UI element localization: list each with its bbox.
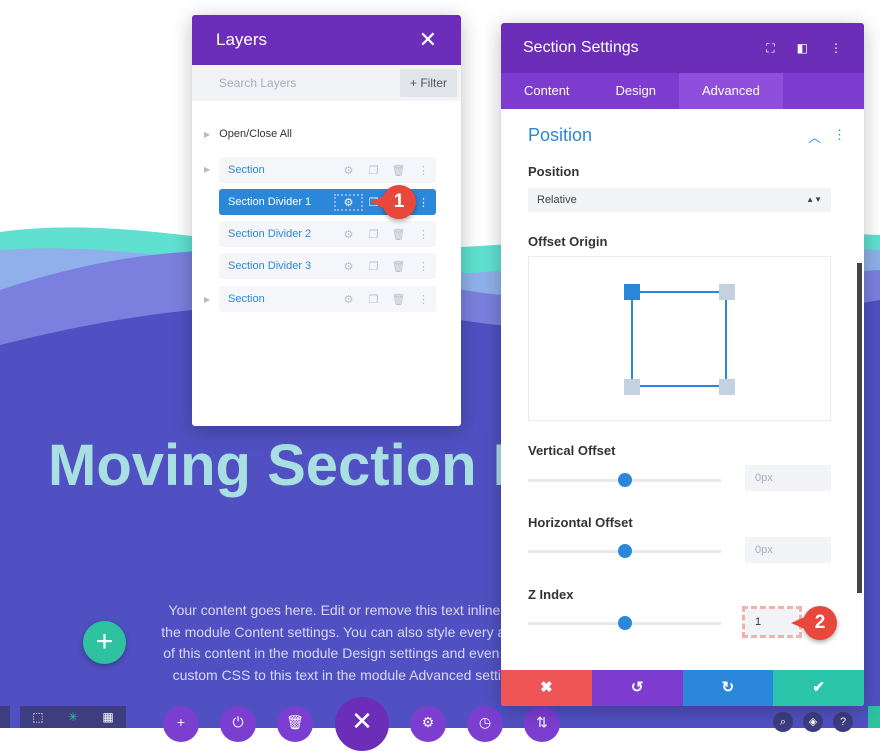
more-icon[interactable]: ⋮ bbox=[411, 164, 436, 177]
offset-origin-picker bbox=[528, 256, 831, 421]
wireframe-icon[interactable]: ⬚ bbox=[32, 710, 43, 724]
origin-box bbox=[631, 291, 727, 387]
horizontal-offset-slider[interactable] bbox=[528, 544, 721, 558]
origin-top-right[interactable] bbox=[719, 284, 735, 300]
duplicate-icon[interactable]: ❐ bbox=[361, 164, 386, 177]
layer-item[interactable]: Section ⚙ ❐ 🗑 ⋮ bbox=[219, 286, 436, 312]
hero-title[interactable]: Moving Section D bbox=[48, 432, 535, 499]
layer-label: Section Divider 1 bbox=[228, 196, 312, 208]
origin-bottom-left[interactable] bbox=[624, 379, 640, 395]
save-button[interactable]: ✔ bbox=[773, 670, 864, 706]
vertical-offset-label: Vertical Offset bbox=[528, 443, 616, 458]
layer-item[interactable]: Section Divider 3 ⚙ ❐ 🗑 ⋮ bbox=[219, 253, 436, 279]
tab-content[interactable]: Content bbox=[501, 73, 593, 109]
sort-icon[interactable]: ⇅ bbox=[524, 706, 560, 742]
gear-icon[interactable]: ⚙ bbox=[334, 193, 363, 211]
search-icon[interactable]: ⌕ bbox=[773, 712, 793, 732]
origin-top-left[interactable] bbox=[624, 284, 640, 300]
z-index-slider[interactable] bbox=[528, 616, 721, 630]
vertical-offset-input[interactable]: 0px bbox=[745, 465, 831, 491]
gear-icon[interactable]: ⚙ bbox=[336, 260, 361, 273]
redo-button[interactable]: ↻ bbox=[682, 670, 774, 706]
fullscreen-icon[interactable]: ⛶ bbox=[766, 41, 774, 56]
add-button[interactable]: + bbox=[163, 706, 199, 742]
help-icon[interactable]: ? bbox=[833, 712, 853, 732]
layer-label: Section bbox=[228, 293, 265, 305]
layers-header[interactable]: Layers ✕ bbox=[192, 15, 461, 65]
step-badge-1: 1 bbox=[370, 185, 416, 219]
trash-icon[interactable]: 🗑 bbox=[386, 293, 411, 306]
layers-icon[interactable]: ◈ bbox=[803, 712, 823, 732]
step-badge-2: 2 bbox=[791, 606, 837, 640]
settings-footer: ✖ ↺ ↻ ✔ bbox=[501, 670, 864, 706]
body-text[interactable]: Your content goes here. Edit or remove t… bbox=[160, 600, 540, 686]
settings-header[interactable]: Section Settings ⛶ ◧ ⋮ bbox=[501, 23, 864, 73]
tab-advanced[interactable]: Advanced bbox=[679, 73, 783, 109]
close-icon[interactable]: ✕ bbox=[419, 27, 437, 53]
more-icon[interactable]: ⋮ bbox=[411, 260, 436, 273]
offset-origin-label: Offset Origin bbox=[528, 234, 608, 249]
more-icon[interactable]: ⋮ bbox=[833, 127, 846, 146]
collapse-icon[interactable]: ︿ bbox=[808, 127, 821, 146]
position-value: Relative bbox=[537, 194, 577, 206]
horizontal-offset-input[interactable]: 0px bbox=[745, 537, 831, 563]
gear-icon[interactable]: ⚙ bbox=[336, 228, 361, 241]
trash-icon[interactable]: 🗑 bbox=[386, 228, 411, 241]
duplicate-icon[interactable]: ❐ bbox=[361, 293, 386, 306]
slider-knob[interactable] bbox=[617, 544, 632, 558]
slider-knob[interactable] bbox=[617, 616, 632, 630]
expand-icon: ▶ bbox=[204, 130, 211, 139]
gear-icon[interactable]: ⚙ bbox=[336, 293, 361, 306]
gear-icon[interactable]: ⚙ bbox=[336, 164, 361, 177]
gear-icon[interactable]: ⚙ bbox=[410, 706, 446, 742]
layer-item[interactable]: Section ⚙ ❐ 🗑 ⋮ bbox=[219, 157, 436, 183]
expand-icon[interactable]: ▶ bbox=[204, 165, 210, 174]
layer-label: Section Divider 2 bbox=[228, 228, 312, 240]
duplicate-icon[interactable]: ❐ bbox=[361, 260, 386, 273]
vertical-offset-slider[interactable] bbox=[528, 473, 721, 487]
power-icon[interactable]: ⏻ bbox=[220, 706, 256, 742]
discard-button[interactable]: ✖ bbox=[501, 670, 592, 706]
view-mode-toolbar: ⬚ ✳ ▦ bbox=[20, 706, 126, 728]
add-row-button[interactable]: + bbox=[83, 621, 126, 664]
settings-tabs: Content Design Advanced bbox=[501, 73, 864, 109]
section-settings-panel: Section Settings ⛶ ◧ ⋮ Content Design Adva… bbox=[501, 23, 864, 706]
layers-title: Layers bbox=[216, 30, 268, 49]
history-icon[interactable]: ◷ bbox=[467, 706, 503, 742]
open-close-all[interactable]: ▶ Open/Close All bbox=[204, 128, 292, 141]
close-button[interactable]: ✕ bbox=[335, 697, 389, 751]
position-label: Position bbox=[528, 164, 580, 179]
position-select[interactable]: Relative ▲▼ bbox=[528, 188, 831, 212]
z-index-label: Z Index bbox=[528, 587, 574, 602]
settings-title: Section Settings bbox=[523, 39, 639, 56]
layer-item[interactable]: Section Divider 2 ⚙ ❐ 🗑 ⋮ bbox=[219, 221, 436, 247]
expand-icon[interactable]: ▶ bbox=[204, 295, 210, 304]
trash-icon[interactable]: 🗑 bbox=[386, 260, 411, 273]
filter-button[interactable]: + Filter bbox=[399, 69, 457, 97]
layer-label: Section Divider 3 bbox=[228, 260, 312, 272]
position-group-title[interactable]: Position bbox=[528, 125, 592, 146]
layers-panel: Layers ✕ Search Layers + Filter ▶ Open/Cl… bbox=[192, 15, 461, 426]
split-view-icon[interactable]: ◧ bbox=[797, 41, 808, 56]
more-icon[interactable]: ⋮ bbox=[411, 228, 436, 241]
grid-icon[interactable]: ▦ bbox=[102, 710, 113, 724]
tab-design[interactable]: Design bbox=[593, 73, 679, 109]
duplicate-icon[interactable]: ❐ bbox=[361, 228, 386, 241]
scrollbar[interactable] bbox=[857, 263, 862, 593]
more-icon[interactable]: ⋮ bbox=[411, 293, 436, 306]
trash-icon[interactable]: 🗑 bbox=[277, 706, 313, 742]
trash-icon[interactable]: 🗑 bbox=[386, 164, 411, 177]
undo-button[interactable]: ↺ bbox=[591, 670, 683, 706]
save-edge[interactable] bbox=[868, 706, 880, 728]
horizontal-offset-label: Horizontal Offset bbox=[528, 515, 633, 530]
slider-knob[interactable] bbox=[617, 473, 632, 487]
toolbar-edge bbox=[0, 706, 10, 728]
search-layers-input[interactable]: Search Layers bbox=[219, 76, 296, 90]
open-close-all-label: Open/Close All bbox=[219, 128, 292, 140]
hover-icon[interactable]: ✳ bbox=[68, 710, 78, 724]
more-icon[interactable]: ⋮ bbox=[830, 41, 842, 56]
select-arrow-icon: ▲▼ bbox=[806, 195, 822, 204]
layer-label: Section bbox=[228, 164, 265, 176]
origin-bottom-right[interactable] bbox=[719, 379, 735, 395]
